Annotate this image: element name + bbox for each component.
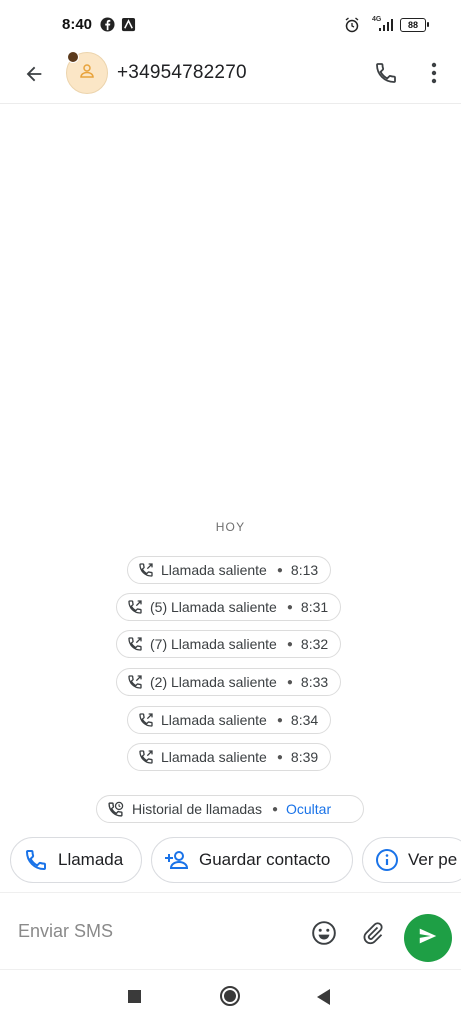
contact-number[interactable]: +34954782270 bbox=[117, 62, 247, 84]
attach-button[interactable] bbox=[358, 920, 388, 950]
attach-icon bbox=[361, 921, 385, 950]
suggestion-call-button[interactable]: Llamada bbox=[10, 837, 142, 883]
call-history-icon bbox=[107, 800, 125, 818]
suggestion-save-contact-button[interactable]: Guardar contacto bbox=[151, 837, 353, 883]
back-arrow-icon bbox=[23, 63, 45, 90]
outgoing-call-icon bbox=[127, 635, 145, 653]
call-log-item[interactable]: (7) Llamada saliente ● 8:32 bbox=[116, 630, 342, 658]
conversation-header: +34954782270 bbox=[0, 48, 461, 104]
call-label: Llamada saliente bbox=[161, 562, 267, 578]
phone-icon bbox=[23, 847, 49, 873]
status-time: 8:40 bbox=[62, 16, 93, 33]
outgoing-call-icon bbox=[138, 748, 156, 766]
alarm-icon bbox=[344, 17, 360, 38]
system-nav-bar bbox=[0, 970, 461, 1024]
call-label: (7) Llamada saliente bbox=[150, 636, 277, 652]
call-log-item[interactable]: (2) Llamada saliente ● 8:33 bbox=[116, 668, 342, 696]
facebook-icon bbox=[100, 17, 115, 37]
call-log-item[interactable]: Llamada saliente ● 8:39 bbox=[127, 743, 332, 771]
status-bar: 8:40 4G 88 bbox=[0, 0, 461, 48]
signal-icon bbox=[378, 18, 394, 37]
call-log-item[interactable]: Llamada saliente ● 8:34 bbox=[127, 706, 332, 734]
call-button[interactable] bbox=[369, 58, 403, 92]
call-time: 8:32 bbox=[300, 636, 329, 652]
outgoing-call-icon bbox=[138, 711, 156, 729]
more-vert-icon bbox=[431, 62, 437, 89]
send-icon bbox=[417, 925, 439, 952]
suggestion-label: Llamada bbox=[58, 850, 124, 869]
home-button[interactable] bbox=[220, 986, 240, 1006]
call-history-label: Historial de llamadas bbox=[132, 801, 262, 817]
sms-input[interactable] bbox=[18, 921, 288, 942]
emoji-icon bbox=[311, 920, 337, 951]
separator-dot: ● bbox=[271, 803, 278, 815]
separator-dot: ● bbox=[286, 638, 293, 650]
call-log-item[interactable]: (5) Llamada saliente ● 8:31 bbox=[116, 593, 342, 621]
separator-dot: ● bbox=[276, 714, 283, 726]
send-button[interactable] bbox=[404, 914, 452, 962]
call-time: 8:34 bbox=[290, 712, 319, 728]
suggestion-row: Llamada Guardar contacto Ver pe bbox=[0, 836, 461, 886]
emoji-button[interactable] bbox=[309, 920, 339, 950]
separator-dot: ● bbox=[276, 564, 283, 576]
call-label: Llamada saliente bbox=[161, 749, 267, 765]
suggestion-view-button[interactable]: Ver pe bbox=[362, 837, 461, 883]
suggestion-label: Ver pe bbox=[408, 850, 458, 869]
call-time: 8:31 bbox=[300, 599, 329, 615]
separator-dot: ● bbox=[286, 676, 293, 688]
outgoing-call-icon bbox=[127, 673, 145, 691]
battery-icon: 88 bbox=[400, 18, 429, 32]
separator-dot: ● bbox=[286, 601, 293, 613]
hide-history-link[interactable]: Ocultar bbox=[286, 801, 331, 817]
notification-icon bbox=[121, 17, 136, 37]
call-time: 8:13 bbox=[290, 562, 319, 578]
phone-icon bbox=[374, 61, 398, 90]
call-label: (2) Llamada saliente bbox=[150, 674, 277, 690]
call-label: (5) Llamada saliente bbox=[150, 599, 277, 615]
system-back-button[interactable] bbox=[317, 989, 330, 1005]
call-log-item[interactable]: Llamada saliente ● 8:13 bbox=[127, 556, 332, 584]
outgoing-call-icon bbox=[127, 598, 145, 616]
separator-dot: ● bbox=[276, 751, 283, 763]
call-time: 8:39 bbox=[290, 749, 319, 765]
call-time: 8:33 bbox=[300, 674, 329, 690]
back-button[interactable] bbox=[18, 60, 50, 92]
avatar-badge bbox=[67, 51, 79, 63]
recents-button[interactable] bbox=[128, 990, 141, 1003]
add-person-icon bbox=[164, 847, 190, 873]
suggestion-label: Guardar contacto bbox=[199, 850, 331, 869]
compose-bar bbox=[0, 892, 461, 970]
outgoing-call-icon bbox=[138, 561, 156, 579]
more-options-button[interactable] bbox=[424, 58, 444, 92]
call-label: Llamada saliente bbox=[161, 712, 267, 728]
contact-avatar-icon bbox=[78, 62, 96, 85]
call-history-chip[interactable]: Historial de llamadas ● Ocultar bbox=[96, 795, 364, 823]
contact-avatar[interactable] bbox=[66, 51, 108, 94]
info-icon bbox=[375, 847, 399, 873]
day-separator: HOY bbox=[215, 520, 246, 534]
